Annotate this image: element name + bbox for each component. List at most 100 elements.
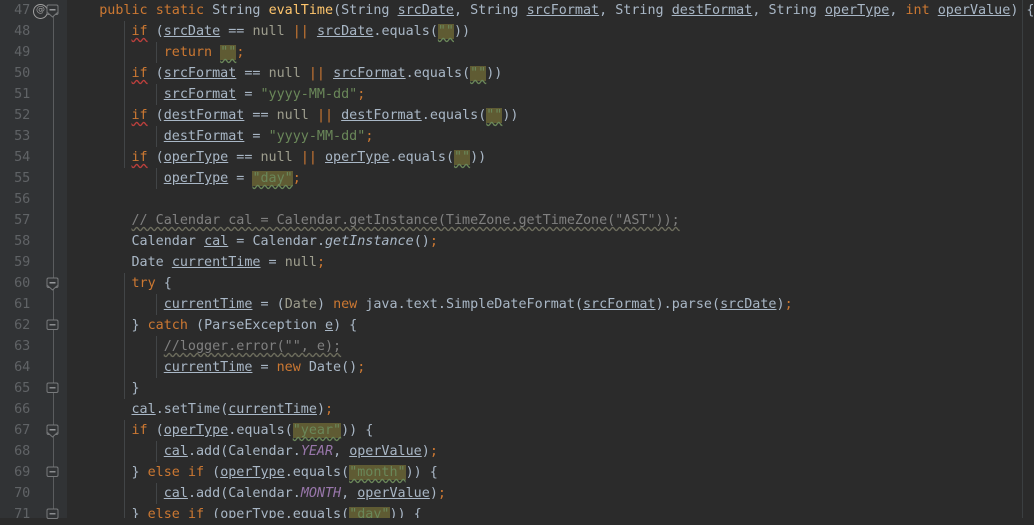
code-line[interactable]: currentTime = (Date) new java.text.Simpl… — [67, 294, 1034, 315]
punctuation-token — [519, 3, 527, 18]
keyword-token: else — [147, 465, 180, 480]
code-line[interactable]: if (srcDate == null || srcDate.equals(""… — [67, 21, 1034, 42]
string-literal: "year" — [292, 423, 342, 438]
method-declaration-token: evalTime — [268, 3, 334, 18]
punctuation-token: , — [889, 3, 906, 18]
gutter-line[interactable]: 62 — [0, 315, 67, 336]
punctuation-token — [67, 297, 164, 312]
gutter-line[interactable]: 58 — [0, 231, 67, 252]
code-line[interactable] — [67, 189, 1034, 210]
keyword-token: static — [155, 3, 205, 18]
code-fold-marker[interactable] — [46, 319, 59, 332]
identifier-token: equals — [381, 24, 430, 39]
punctuation-token: , — [341, 486, 358, 501]
gutter-line[interactable]: 51 — [0, 84, 67, 105]
punctuation-token: , — [752, 3, 769, 18]
gutter-line[interactable]: 70 — [0, 483, 67, 504]
code-content-area[interactable]: public static String evalTime(String src… — [67, 0, 1034, 518]
code-line[interactable]: destFormat = "yyyy-MM-dd"; — [67, 126, 1034, 147]
code-line[interactable]: } — [67, 378, 1034, 399]
gutter-line[interactable]: 67 — [0, 420, 67, 441]
code-line[interactable]: public static String evalTime(String src… — [67, 0, 1034, 21]
code-line[interactable]: cal.add(Calendar.MONTH, operValue); — [67, 483, 1034, 504]
variable-token: e — [325, 318, 334, 333]
code-line[interactable]: srcFormat = "yyyy-MM-dd"; — [67, 84, 1034, 105]
gutter-line[interactable]: 52 — [0, 105, 67, 126]
punctuation-token: = — [252, 360, 277, 375]
identifier-token: Date — [131, 255, 164, 270]
code-line[interactable]: currentTime = new Date(); — [67, 357, 1034, 378]
comment-token: // Calendar cal = Calendar.getInstance(T… — [131, 213, 680, 228]
identifier-token: Calendar — [252, 234, 317, 249]
code-editor[interactable]: 47 @ 48 49 50 51 52 53 54 55 56 57 58 59 60 61 62 63 64 65 6… — [0, 0, 1034, 522]
keyword-token: public — [99, 3, 148, 18]
code-fold-marker[interactable] — [46, 382, 59, 395]
code-fold-marker[interactable] — [46, 277, 59, 291]
or-operator-token: || — [300, 150, 317, 165]
code-line[interactable]: cal.setTime(currentTime); — [67, 399, 1034, 420]
variable-token: currentTime — [228, 402, 317, 417]
punctuation-token: ( — [147, 108, 164, 123]
gutter-line[interactable]: 57 — [0, 210, 67, 231]
identifier-token: String — [470, 3, 519, 18]
gutter-line[interactable]: 59 — [0, 252, 67, 273]
punctuation-token — [817, 3, 825, 18]
code-line[interactable]: //logger.error("", e); — [67, 336, 1034, 357]
gutter-line[interactable]: 60 — [0, 273, 67, 294]
gutter-line[interactable]: 65 — [0, 378, 67, 399]
code-line[interactable]: if (operType.equals("year")) { — [67, 420, 1034, 441]
gutter-line[interactable]: 71 — [0, 504, 67, 525]
code-line[interactable]: } else if (operType.equals("month")) { — [67, 462, 1034, 483]
identifier-token: equals — [429, 108, 479, 123]
code-fold-marker[interactable] — [46, 508, 59, 521]
editor-gutter[interactable]: 47 @ 48 49 50 51 52 53 54 55 56 57 58 59 60 61 62 63 64 65 6… — [0, 0, 67, 522]
punctuation-token — [196, 234, 204, 249]
code-line[interactable]: } else if (operType.equals("day")) { — [67, 504, 1034, 518]
keyword-token: if — [131, 423, 148, 438]
code-fold-marker[interactable] — [46, 4, 59, 18]
gutter-line[interactable]: 53 — [0, 126, 67, 147]
gutter-line[interactable]: 48 — [0, 21, 67, 42]
punctuation-token — [67, 423, 132, 438]
code-line[interactable]: } catch (ParseException e) { — [67, 315, 1034, 336]
gutter-line[interactable]: 55 — [0, 168, 67, 189]
semicolon-token: ; — [429, 444, 438, 459]
code-line[interactable]: try { — [67, 273, 1034, 294]
gutter-line[interactable]: 66 — [0, 399, 67, 420]
code-fold-marker[interactable] — [46, 424, 59, 438]
code-line[interactable]: Date currentTime = null; — [67, 252, 1034, 273]
gutter-line[interactable]: 61 — [0, 294, 67, 315]
code-line[interactable]: if (destFormat == null || destFormat.equ… — [67, 105, 1034, 126]
code-line[interactable]: if (operType == null || operType.equals(… — [67, 147, 1034, 168]
punctuation-token: } — [67, 507, 148, 518]
code-line[interactable]: cal.add(Calendar.YEAR, operValue); — [67, 441, 1034, 462]
punctuation-token: ( — [147, 423, 164, 438]
semicolon-token: ; — [236, 45, 245, 60]
punctuation-token: . — [437, 297, 446, 312]
code-line[interactable]: if (srcFormat == null || srcFormat.equal… — [67, 63, 1034, 84]
punctuation-token: == — [236, 66, 269, 81]
variable-token: cal — [204, 234, 229, 249]
gutter-line[interactable]: 50 — [0, 63, 67, 84]
gutter-line[interactable]: 69 — [0, 462, 67, 483]
code-fold-marker[interactable] — [46, 466, 59, 479]
punctuation-token — [67, 108, 132, 123]
punctuation-token — [67, 3, 99, 18]
code-line[interactable]: return ""; — [67, 42, 1034, 63]
gutter-line[interactable]: 68 — [0, 441, 67, 462]
cast-type-token: Date — [284, 297, 317, 312]
gutter-line[interactable]: 64 — [0, 357, 67, 378]
gutter-line[interactable]: 49 — [0, 42, 67, 63]
static-constant-token: MONTH — [300, 486, 342, 501]
gutter-line[interactable]: 63 — [0, 336, 67, 357]
code-line[interactable]: operType = "day"; — [67, 168, 1034, 189]
punctuation-token: )) — [502, 108, 519, 123]
code-line-list[interactable]: public static String evalTime(String src… — [67, 0, 1034, 518]
identifier-token: setTime — [163, 402, 221, 417]
identifier-token: Calendar — [228, 444, 293, 459]
gutter-line[interactable]: 54 — [0, 147, 67, 168]
code-line[interactable]: Calendar cal = Calendar.getInstance(); — [67, 231, 1034, 252]
code-line[interactable]: // Calendar cal = Calendar.getInstance(T… — [67, 210, 1034, 231]
gutter-line[interactable]: 47 @ — [0, 0, 67, 21]
gutter-line[interactable]: 56 — [0, 189, 67, 210]
